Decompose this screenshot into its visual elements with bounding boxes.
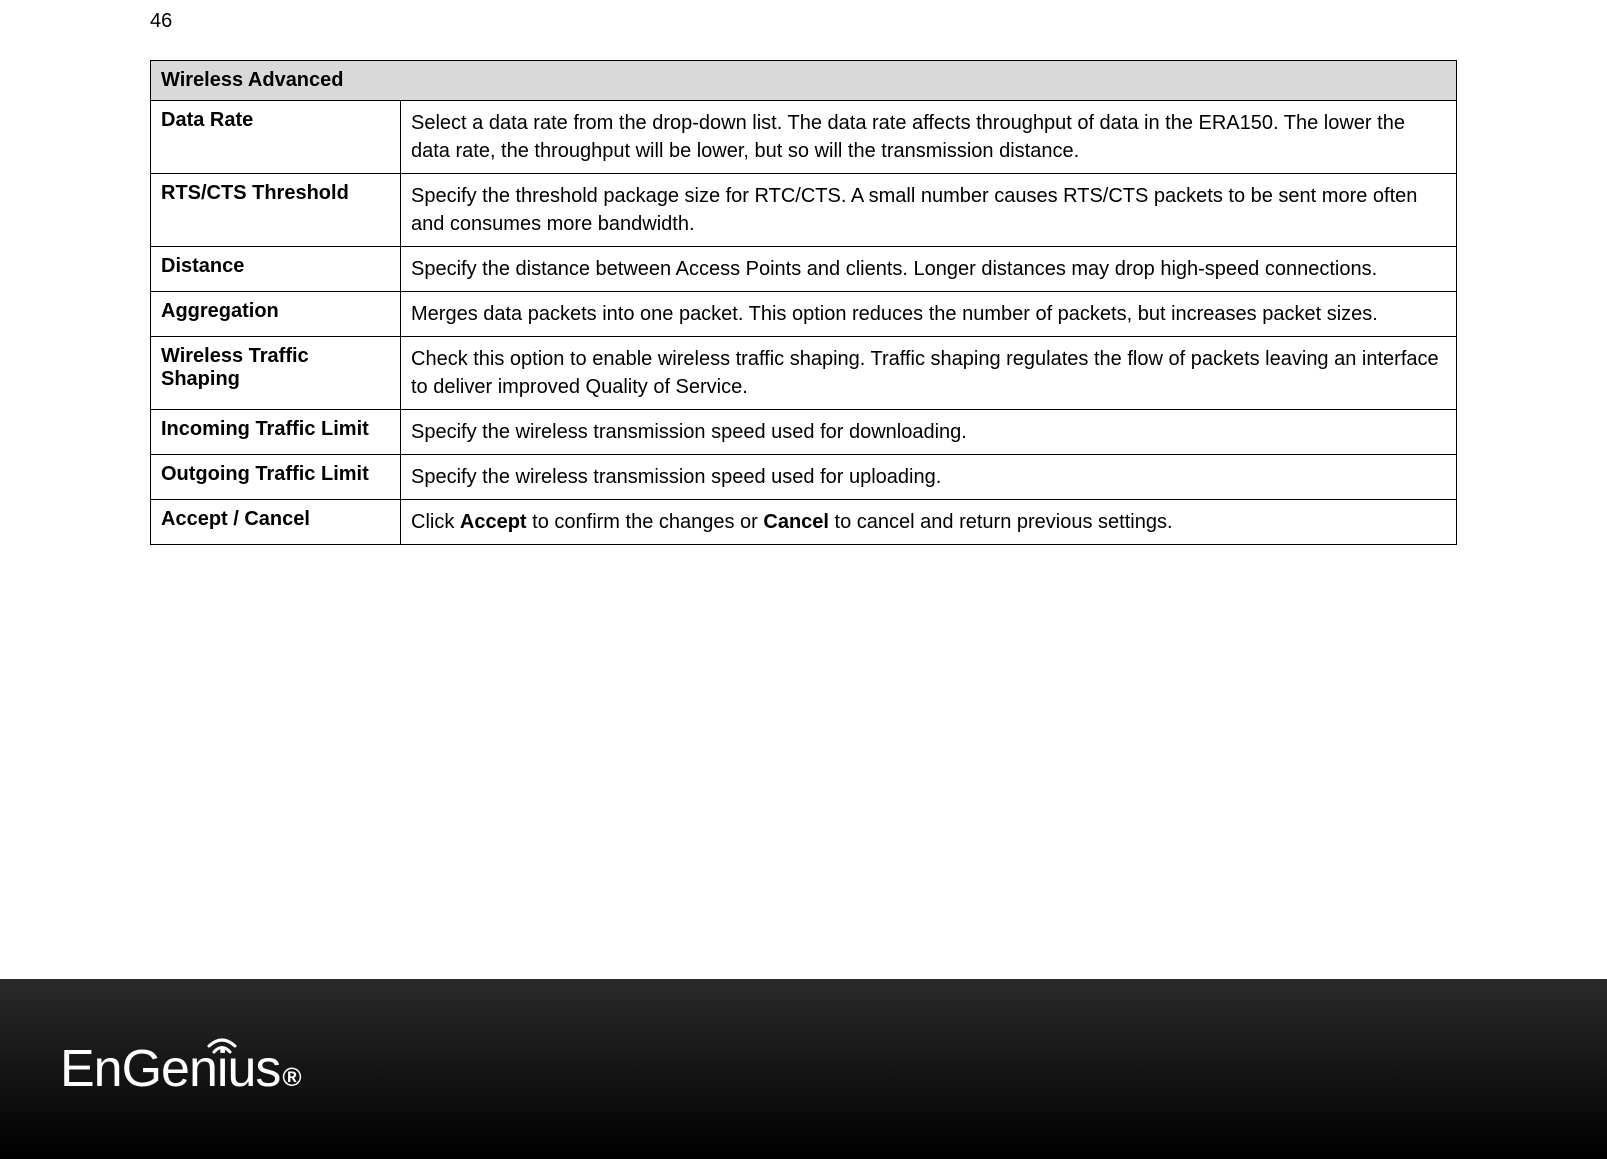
row-label-rts-cts: RTS/CTS Threshold — [151, 174, 401, 247]
desc-text: Click — [411, 511, 460, 533]
wireless-advanced-table: Wireless Advanced Data Rate Select a dat… — [150, 60, 1457, 545]
logo-i-wrap: i — [217, 1039, 228, 1099]
row-desc-distance: Specify the distance between Access Poin… — [401, 247, 1457, 292]
row-desc-traffic-shaping: Check this option to enable wireless tra… — [401, 337, 1457, 410]
row-label-traffic-shaping: Wireless Traffic Shaping — [151, 337, 401, 410]
table-header: Wireless Advanced — [151, 61, 1457, 101]
row-desc-incoming-limit: Specify the wireless transmission speed … — [401, 410, 1457, 455]
row-desc-aggregation: Merges data packets into one packet. Thi… — [401, 292, 1457, 337]
table-row: Outgoing Traffic Limit Specify the wirel… — [151, 455, 1457, 500]
desc-text: to cancel and return previous settings. — [829, 511, 1173, 533]
row-label-aggregation: Aggregation — [151, 292, 401, 337]
table-row: Aggregation Merges data packets into one… — [151, 292, 1457, 337]
row-desc-rts-cts: Specify the threshold package size for R… — [401, 174, 1457, 247]
table-row: Incoming Traffic Limit Specify the wirel… — [151, 410, 1457, 455]
logo-text-gen: Gen — [122, 1039, 217, 1099]
table-row: RTS/CTS Threshold Specify the threshold … — [151, 174, 1457, 247]
page-number: 46 — [150, 10, 172, 33]
table-row: Wireless Traffic Shaping Check this opti… — [151, 337, 1457, 410]
table-row: Distance Specify the distance between Ac… — [151, 247, 1457, 292]
desc-text: to confirm the changes or — [527, 511, 764, 533]
accept-bold: Accept — [460, 511, 527, 533]
logo-text-en: En — [60, 1039, 122, 1099]
row-desc-outgoing-limit: Specify the wireless transmission speed … — [401, 455, 1457, 500]
table-header-row: Wireless Advanced — [151, 61, 1457, 101]
content-area: Wireless Advanced Data Rate Select a dat… — [0, 0, 1607, 545]
table-row: Accept / Cancel Click Accept to confirm … — [151, 500, 1457, 545]
row-desc-data-rate: Select a data rate from the drop-down li… — [401, 101, 1457, 174]
row-label-outgoing-limit: Outgoing Traffic Limit — [151, 455, 401, 500]
row-desc-accept-cancel: Click Accept to confirm the changes or C… — [401, 500, 1457, 545]
row-label-accept-cancel: Accept / Cancel — [151, 500, 401, 545]
cancel-bold: Cancel — [763, 511, 829, 533]
row-label-distance: Distance — [151, 247, 401, 292]
logo-registered: ® — [282, 1062, 300, 1093]
wifi-icon — [205, 1011, 239, 1071]
row-label-incoming-limit: Incoming Traffic Limit — [151, 410, 401, 455]
page-footer: EnGen i us® — [0, 979, 1607, 1159]
engenius-logo: EnGen i us® — [60, 1039, 301, 1099]
row-label-data-rate: Data Rate — [151, 101, 401, 174]
table-row: Data Rate Select a data rate from the dr… — [151, 101, 1457, 174]
